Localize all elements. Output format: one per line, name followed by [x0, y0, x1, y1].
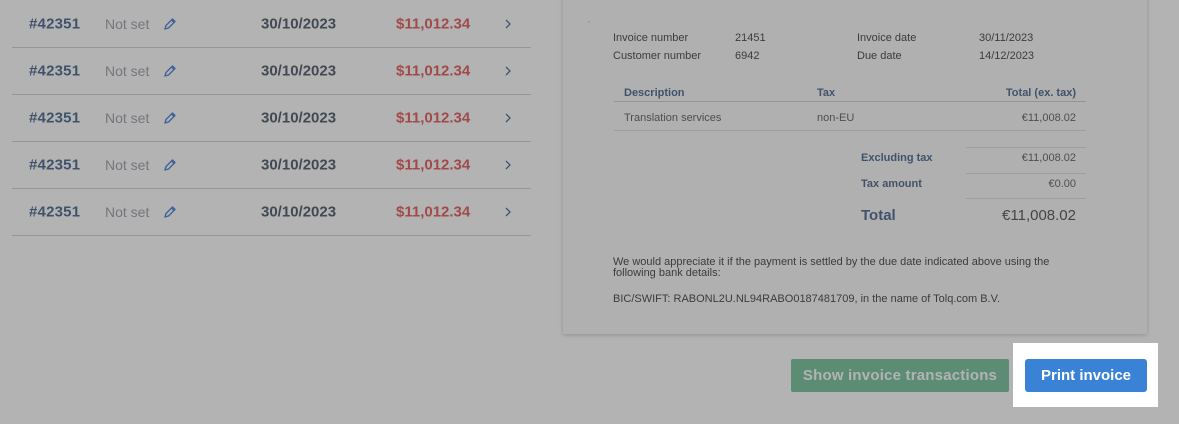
invoice-table-row: Translation services non-EU €11,008.02 [614, 105, 1086, 131]
invoice-date: 30/10/2023 [261, 15, 337, 32]
excluding-tax-label: Excluding tax [861, 152, 933, 164]
invoice-date: 30/10/2023 [261, 156, 337, 174]
chevron-right-icon[interactable] [503, 112, 513, 124]
invoice-status: Not set [105, 110, 150, 126]
invoice-amount: $11,012.34 [396, 156, 471, 174]
due-date-label: Due date [857, 50, 902, 62]
invoice-date: 30/10/2023 [261, 203, 337, 221]
customer-number-value: 6942 [735, 50, 760, 62]
invoice-id: #42351 [29, 15, 81, 32]
invoice-amount: $11,012.34 [396, 62, 471, 80]
chevron-right-icon[interactable] [503, 159, 513, 171]
invoice-status: Not set [105, 15, 150, 32]
invoice-date: 30/10/2023 [261, 62, 337, 80]
summary-divider [966, 147, 1086, 148]
summary-divider [966, 173, 1086, 174]
bank-details: BIC/SWIFT: RABONL2U.NL94RABO0187481709, … [613, 293, 1001, 305]
invoice-id: #42351 [29, 203, 81, 221]
invoice-dot: · [587, 16, 591, 28]
invoice-date-label: Invoice date [857, 32, 917, 44]
line-total: €11,008.02 [1021, 112, 1076, 124]
table-row[interactable]: #42351 Not set 30/10/2023 $11,012.34 [12, 142, 531, 189]
invoice-status: Not set [105, 63, 150, 79]
pencil-icon[interactable] [163, 158, 177, 172]
column-description: Description [624, 87, 685, 99]
column-tax: Tax [817, 87, 836, 99]
chevron-right-icon[interactable] [503, 18, 513, 30]
invoice-number-value: 21451 [735, 32, 766, 44]
invoice-id: #42351 [29, 156, 81, 174]
tax-amount-value: €0.00 [1048, 178, 1076, 190]
invoice-table-header: Description Tax Total (ex. tax) [614, 80, 1086, 102]
invoice-amount: $11,012.34 [396, 15, 471, 32]
invoice-id: #42351 [29, 109, 81, 127]
table-row[interactable]: #42351 Not set 30/10/2023 $11,012.34 [12, 48, 531, 95]
pencil-icon[interactable] [163, 64, 177, 78]
invoice-id: #42351 [29, 62, 81, 80]
invoice-date: 30/10/2023 [261, 109, 337, 127]
show-invoice-transactions-button[interactable]: Show invoice transactions [791, 359, 1009, 392]
invoice-number-label: Invoice number [613, 32, 689, 44]
due-date-value: 14/12/2023 [979, 50, 1035, 62]
modal-overlay [1013, 407, 1158, 424]
invoice-amount: $11,012.34 [396, 203, 471, 221]
payment-note: We would appreciate it if the payment is… [613, 256, 1050, 279]
invoice-amount: $11,012.34 [396, 109, 471, 127]
customer-number-label: Customer number [613, 50, 702, 62]
invoice-preview: · Invoice number 21451 Customer number 6… [563, 0, 1147, 334]
modal-overlay [1158, 343, 1179, 424]
pencil-icon[interactable] [163, 17, 177, 31]
table-row[interactable]: #42351 Not set 30/10/2023 $11,012.34 [12, 0, 531, 48]
invoice-status: Not set [105, 204, 150, 220]
invoice-date-value: 30/11/2023 [979, 32, 1034, 44]
table-row[interactable]: #42351 Not set 30/10/2023 $11,012.34 [12, 95, 531, 142]
line-description: Translation services [624, 112, 722, 124]
excluding-tax-value: €11,008.02 [1021, 152, 1076, 164]
invoices-page: #42351 Not set 30/10/2023 $11,012.34 #42… [0, 0, 1179, 424]
pencil-icon[interactable] [163, 111, 177, 125]
table-row[interactable]: #42351 Not set 30/10/2023 $11,012.34 [12, 189, 531, 236]
pencil-icon[interactable] [163, 205, 177, 219]
invoice-list: #42351 Not set 30/10/2023 $11,012.34 #42… [12, 0, 531, 236]
summary-divider [966, 198, 1086, 199]
chevron-right-icon[interactable] [503, 65, 513, 77]
column-total: Total (ex. tax) [1005, 87, 1076, 99]
line-tax: non-EU [817, 112, 855, 124]
invoice-status: Not set [105, 157, 150, 173]
tax-amount-label: Tax amount [861, 178, 922, 190]
print-invoice-button[interactable]: Print invoice [1025, 359, 1147, 392]
chevron-right-icon[interactable] [503, 206, 513, 218]
total-value: €11,008.02 [1002, 207, 1076, 224]
total-label: Total [861, 207, 896, 224]
